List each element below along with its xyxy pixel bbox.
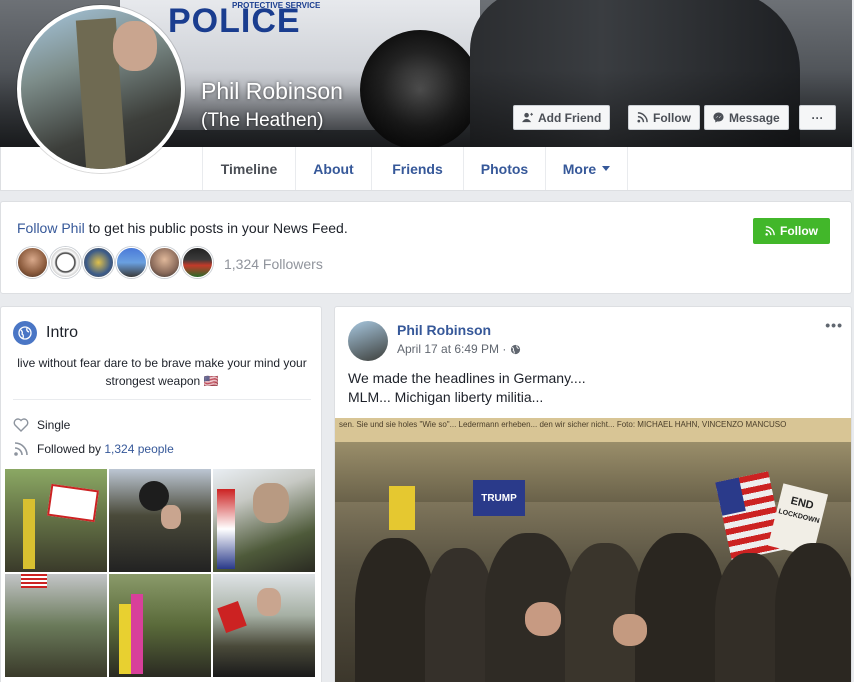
photo-thumbnail[interactable] (213, 469, 315, 572)
profile-name[interactable]: Phil Robinson (201, 78, 343, 105)
more-actions-label: ··· (811, 110, 824, 125)
photo-thumbnail[interactable] (5, 574, 107, 677)
post-author-avatar[interactable] (348, 321, 388, 361)
chevron-down-icon (602, 166, 611, 171)
timeline-post: Phil Robinson April 17 at 6:49 PM · ••• … (334, 306, 852, 682)
followed-by-link[interactable]: 1,324 people (104, 442, 173, 456)
cover-police-text: POLICE (168, 2, 301, 40)
newspaper-headline: sen. Sie und sie holes "Wie so"... Leder… (335, 418, 851, 442)
follower-avatar[interactable] (83, 247, 114, 278)
messenger-icon (713, 112, 724, 123)
yellow-flag (389, 486, 415, 530)
relationship-status: Single (37, 418, 71, 432)
profile-picture[interactable] (17, 5, 185, 173)
followers-icon (14, 442, 28, 456)
follow-phil-link[interactable]: Follow Phil (17, 220, 85, 236)
relationship-row: Single (13, 417, 70, 433)
tab-about[interactable]: About (295, 147, 371, 190)
crowd-person (565, 543, 645, 682)
tab-more-label: More (562, 160, 597, 177)
tab-photos[interactable]: Photos (463, 147, 545, 190)
tab-photos-label: Photos (480, 160, 529, 177)
photo-thumbnail[interactable] (109, 469, 211, 572)
globe-icon (13, 321, 37, 345)
post-text-line: We made the headlines in Germany.... (348, 370, 586, 386)
crowd-person (775, 543, 851, 682)
add-friend-label: Add Friend (538, 110, 602, 125)
intro-title: Intro (46, 324, 79, 341)
rss-icon (637, 112, 648, 123)
tab-more[interactable]: More (545, 147, 628, 190)
follower-avatar[interactable] (17, 247, 48, 278)
photo-face (161, 505, 181, 529)
message-label: Message (729, 110, 780, 125)
tab-timeline[interactable]: Timeline (202, 147, 295, 190)
more-actions-button[interactable]: ··· (799, 105, 836, 130)
intro-card: Intro live without fear dare to be brave… (0, 306, 322, 682)
profile-alternate-name: (The Heathen) (201, 110, 324, 131)
crowd-person (355, 538, 435, 682)
follow-button[interactable]: Follow (753, 218, 830, 244)
rss-icon (765, 226, 775, 236)
post-author-name[interactable]: Phil Robinson (397, 322, 491, 338)
flag-canton (715, 477, 746, 516)
intro-bio: live without fear dare to be brave make … (17, 356, 307, 388)
tab-timeline-label: Timeline (220, 160, 278, 177)
follower-avatar[interactable] (182, 247, 213, 278)
crowd-face (613, 614, 647, 646)
profile-picture-face (113, 21, 157, 71)
photo-flag (47, 483, 99, 523)
crowd-person (635, 533, 725, 682)
photo-grid (5, 469, 317, 677)
follow-button-label: Follow (780, 224, 818, 238)
follower-avatar[interactable] (116, 247, 147, 278)
followed-by-text: Followed by 1,324 people (37, 442, 174, 456)
post-options-button[interactable]: ••• (825, 317, 843, 333)
followed-by-row: Followed by 1,324 people (13, 441, 174, 457)
add-friend-button[interactable]: Add Friend (513, 105, 611, 130)
post-image[interactable]: sen. Sie und sie holes "Wie so"... Leder… (335, 418, 851, 682)
photo-banner (23, 499, 35, 569)
photo-axe (217, 601, 247, 633)
follower-avatar[interactable] (50, 247, 81, 278)
followers-count[interactable]: 1,324 Followers (224, 256, 323, 272)
crowd-face (525, 602, 561, 636)
message-button[interactable]: Message (704, 105, 789, 130)
photo-banner (131, 594, 143, 674)
photo-face (253, 483, 289, 523)
photo-flag (21, 574, 47, 588)
photo-flag (217, 489, 235, 569)
follower-avatars (17, 247, 213, 278)
photo-thumbnail[interactable] (5, 469, 107, 572)
photo-thumbnail[interactable] (213, 574, 315, 677)
photo-thumbnail[interactable] (109, 574, 211, 677)
follow-top-button[interactable]: Follow (628, 105, 700, 130)
add-friend-icon (522, 112, 533, 123)
heart-icon (13, 418, 29, 432)
post-text: We made the headlines in Germany.... MLM… (348, 369, 586, 407)
photo-face (257, 588, 281, 616)
trump-sign: TRUMP (473, 480, 525, 516)
intro-header: Intro (13, 321, 78, 345)
post-date-text: April 17 at 6:49 PM · (397, 342, 507, 356)
post-timestamp[interactable]: April 17 at 6:49 PM · (397, 342, 521, 356)
follow-prompt-text: to get his public posts in your News Fee… (84, 220, 348, 236)
public-globe-icon (511, 344, 521, 354)
follower-avatar[interactable] (149, 247, 180, 278)
intro-divider (13, 399, 311, 400)
tab-friends[interactable]: Friends (371, 147, 463, 190)
post-text-line: MLM... Michigan liberty militia... (348, 389, 544, 405)
followed-by-prefix: Followed by (37, 442, 105, 456)
follow-card: Follow Phil to get his public posts in y… (0, 201, 852, 294)
follow-prompt: Follow Phil to get his public posts in y… (17, 220, 348, 236)
tab-friends-label: Friends (392, 160, 443, 177)
follow-top-label: Follow (653, 110, 691, 125)
tab-about-label: About (313, 160, 354, 177)
